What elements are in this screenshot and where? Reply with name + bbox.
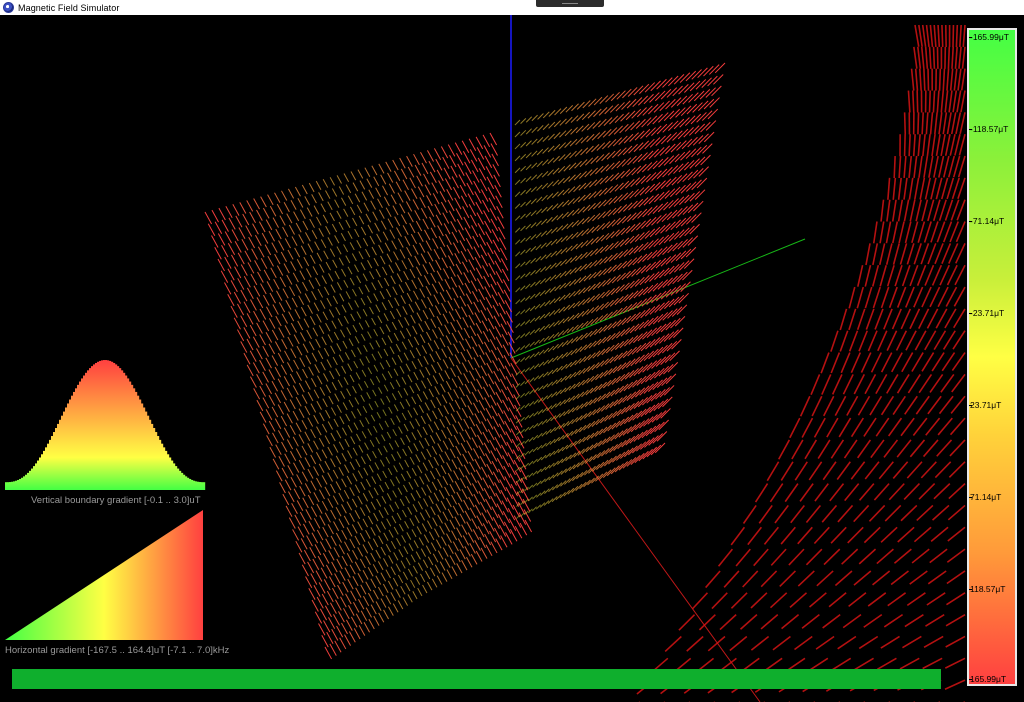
3d-viewport[interactable] (0, 15, 1024, 702)
scale-tick: -165.99μT (969, 32, 1015, 42)
vertical-gradient-plot (5, 360, 206, 490)
vertical-gradient-label: Vertical boundary gradient [-0.1 .. 3.0]… (31, 495, 201, 506)
scale-tick: 23.71μT (969, 400, 1015, 410)
progress-fill (12, 669, 941, 689)
field-visualization[interactable] (0, 15, 1024, 702)
horizontal-gradient-plot (5, 510, 203, 640)
scale-tick: 165.99μT (969, 674, 1015, 684)
scale-tick: -118.57μT (969, 124, 1015, 134)
horizontal-gradient-label: Horizontal gradient [-167.5 .. 164.4]uT … (5, 645, 230, 656)
scale-tick: -71.14μT (969, 216, 1015, 226)
color-scale-legend: -165.99μT -118.57μT -71.14μT -23.71μT 23… (967, 28, 1017, 686)
scale-tick: -23.71μT (969, 308, 1015, 318)
title-bar: Magnetic Field Simulator (0, 0, 1024, 15)
vector-plane-left (204, 132, 533, 660)
coil-field-vectors (636, 24, 966, 702)
scale-tick: 71.14μT (969, 492, 1015, 502)
scale-tick: 118.57μT (969, 584, 1015, 594)
vector-plane-right (514, 62, 726, 519)
simulation-progress-bar (12, 669, 941, 689)
window-title: Magnetic Field Simulator (18, 2, 120, 13)
window-drag-handle[interactable] (536, 0, 604, 7)
app-icon (3, 2, 14, 13)
y-axis-line (510, 238, 806, 359)
